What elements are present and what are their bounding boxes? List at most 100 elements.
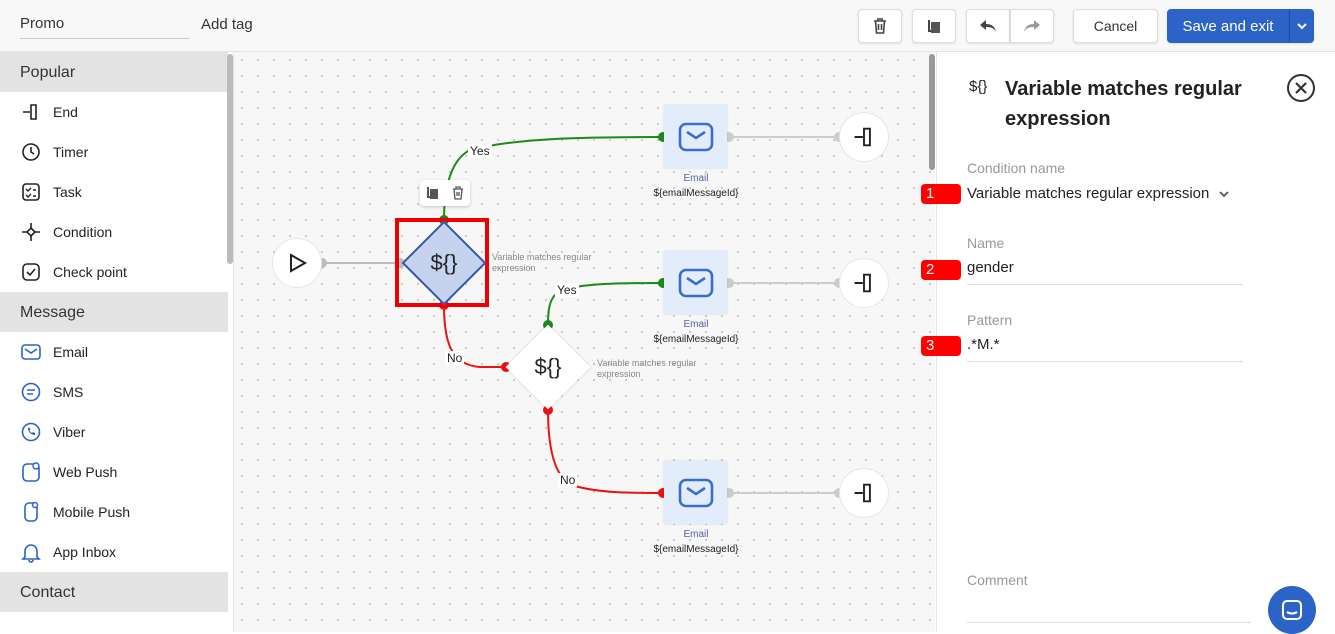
email-node-id: ${emailMessageId} bbox=[653, 188, 739, 199]
save-options-dropdown[interactable] bbox=[1289, 9, 1314, 43]
palette-item-label: Condition bbox=[53, 224, 113, 240]
palette-item-label: Check point bbox=[53, 264, 127, 280]
copy-icon[interactable] bbox=[426, 186, 440, 200]
start-node[interactable] bbox=[272, 238, 322, 288]
palette-item-label: App Inbox bbox=[53, 544, 117, 560]
no-label: No bbox=[445, 351, 465, 365]
palette-item-mobile-push[interactable]: Mobile Push bbox=[0, 492, 228, 532]
undo-button[interactable] bbox=[966, 9, 1010, 43]
condition-symbol: ${} bbox=[534, 354, 562, 379]
canvas-scrollbar[interactable] bbox=[929, 54, 935, 170]
close-icon bbox=[1295, 82, 1307, 94]
yes-label: Yes bbox=[468, 144, 492, 158]
condition-icon bbox=[22, 223, 40, 241]
email-icon bbox=[678, 268, 713, 297]
palette-item-timer[interactable]: Timer bbox=[0, 132, 228, 172]
copy-button[interactable] bbox=[912, 9, 956, 43]
palette-item-check-point[interactable]: Check point bbox=[0, 252, 228, 292]
email-icon bbox=[678, 478, 713, 507]
palette-item-label: Mobile Push bbox=[53, 504, 131, 520]
play-icon bbox=[290, 253, 308, 273]
palette-item-label: Task bbox=[53, 184, 82, 200]
chat-button[interactable] bbox=[1268, 586, 1316, 634]
email-node[interactable] bbox=[664, 105, 727, 168]
save-and-exit-button[interactable]: Save and exit bbox=[1167, 9, 1289, 43]
email-node-id: ${emailMessageId} bbox=[653, 334, 739, 345]
add-tag-button[interactable]: Add tag bbox=[201, 16, 253, 33]
viber-icon bbox=[21, 422, 41, 442]
end-icon bbox=[854, 483, 871, 503]
variable-icon: ${} bbox=[969, 78, 988, 95]
redo-button[interactable] bbox=[1010, 9, 1054, 43]
close-button[interactable] bbox=[1287, 74, 1315, 102]
palette-item-condition[interactable]: Condition bbox=[0, 212, 228, 252]
node-actions bbox=[420, 180, 470, 206]
comment-label: Comment bbox=[967, 572, 1028, 588]
palette-item-sms[interactable]: SMS bbox=[0, 372, 228, 412]
palette-item-task[interactable]: Task bbox=[0, 172, 228, 212]
section-contact[interactable]: Contact bbox=[0, 572, 228, 612]
chat-icon bbox=[1282, 600, 1302, 620]
comment-input[interactable] bbox=[967, 595, 1251, 623]
pattern-input[interactable]: .*M.* bbox=[967, 336, 1243, 362]
email-node-type: Email bbox=[683, 529, 709, 540]
palette-item-label: SMS bbox=[53, 384, 84, 400]
mobile-push-icon bbox=[24, 501, 39, 522]
connectors bbox=[317, 132, 844, 498]
palette-item-label: Web Push bbox=[53, 464, 118, 480]
palette-item-email[interactable]: Email bbox=[0, 332, 228, 372]
annotation-badge: 2 bbox=[921, 260, 961, 280]
section-message[interactable]: Message bbox=[0, 292, 228, 332]
web-push-icon bbox=[22, 462, 40, 482]
palette-item-label: End bbox=[53, 104, 78, 120]
section-popular[interactable]: Popular bbox=[0, 52, 228, 92]
palette-item-label: Email bbox=[53, 344, 89, 360]
annotation-badge: 3 bbox=[921, 336, 961, 356]
palette-item-web-push[interactable]: Web Push bbox=[0, 452, 228, 492]
condition-name-value: Variable matches regular expression bbox=[967, 185, 1210, 202]
end-node[interactable] bbox=[839, 258, 889, 308]
email-icon bbox=[678, 122, 713, 151]
end-icon bbox=[854, 127, 871, 147]
sms-icon bbox=[21, 382, 41, 402]
condition-name-label: Condition name bbox=[967, 160, 1066, 176]
annotation-badge: 1 bbox=[921, 184, 961, 204]
chevron-down-icon bbox=[1296, 23, 1307, 30]
condition-symbol: ${} bbox=[430, 250, 458, 275]
cancel-button[interactable]: Cancel bbox=[1073, 9, 1158, 43]
palette-item-end[interactable]: End bbox=[0, 92, 228, 132]
panel-title: Variable matches regular expression bbox=[1005, 78, 1242, 130]
end-icon bbox=[854, 273, 871, 293]
name-input[interactable]: gender bbox=[967, 259, 1243, 285]
condition-name-select[interactable]: Variable matches regular expression bbox=[967, 185, 1229, 202]
email-node-id: ${emailMessageId} bbox=[653, 544, 739, 555]
condition-label: Variable matches regular expression bbox=[597, 358, 697, 379]
chevron-down-icon bbox=[1219, 190, 1229, 197]
campaign-title-input[interactable]: Promo bbox=[20, 8, 190, 39]
check-point-icon bbox=[22, 263, 40, 281]
redo-icon bbox=[1024, 20, 1040, 32]
trash-icon[interactable] bbox=[451, 186, 465, 200]
delete-button[interactable] bbox=[858, 9, 902, 43]
flow-canvas[interactable]: ${} Variable matches regular expression … bbox=[234, 52, 935, 632]
end-node[interactable] bbox=[839, 112, 889, 162]
end-node[interactable] bbox=[839, 468, 889, 518]
email-node[interactable] bbox=[664, 461, 727, 524]
yes-label: Yes bbox=[555, 283, 579, 297]
task-icon bbox=[22, 183, 40, 201]
palette-item-app-inbox[interactable]: App Inbox bbox=[0, 532, 228, 572]
pattern-label: Pattern bbox=[967, 312, 1013, 328]
palette-item-label: Timer bbox=[53, 144, 89, 160]
palette-item-viber[interactable]: Viber bbox=[0, 412, 228, 452]
email-node-type: Email bbox=[683, 319, 709, 330]
no-label: No bbox=[558, 473, 578, 487]
email-node[interactable] bbox=[664, 251, 727, 314]
undo-icon bbox=[980, 20, 996, 32]
timer-icon bbox=[22, 143, 40, 161]
toolbar: Promo Add tag Cancel Save and exit bbox=[0, 0, 1335, 52]
email-node-type: Email bbox=[683, 173, 709, 184]
name-label: Name bbox=[967, 235, 1005, 251]
copy-icon bbox=[928, 20, 940, 33]
node-palette: Popular End Timer Task Condition Check point M… bbox=[0, 52, 228, 632]
palette-item-label: Viber bbox=[53, 424, 86, 440]
